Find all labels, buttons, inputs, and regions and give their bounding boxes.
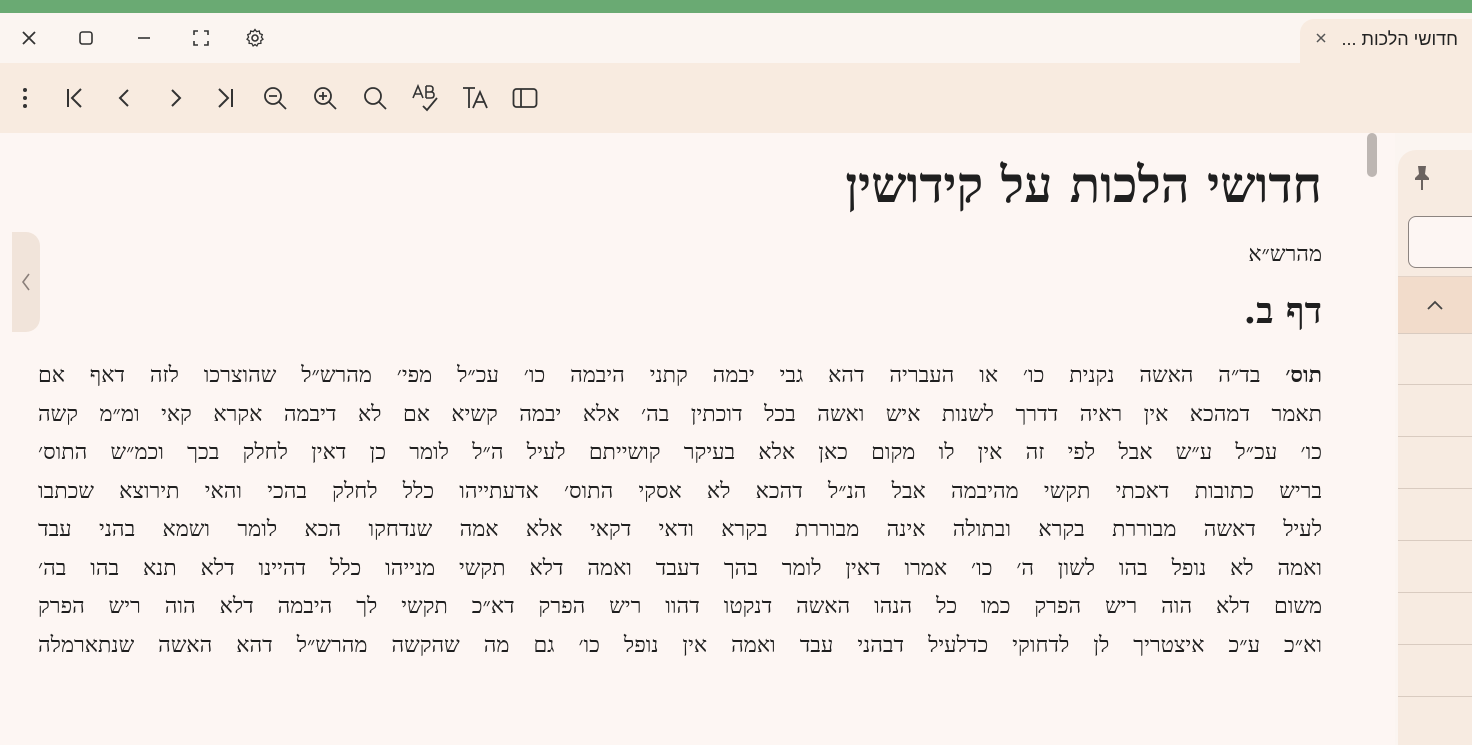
title-bar: חדושי הלכות ... [0, 13, 1472, 63]
panel-divider [1398, 696, 1472, 697]
close-icon[interactable] [16, 25, 42, 51]
zoom-in-icon[interactable] [309, 82, 341, 114]
text-line: וא״כ ע״כ איצטריך לן לדחוקי כדלעיל דבהני … [38, 632, 1322, 658]
scrollbar-thumb[interactable] [1367, 133, 1377, 177]
panel-divider [1398, 333, 1472, 334]
document-title: חדושי הלכות על קידושין [845, 155, 1322, 214]
panel-search-input[interactable] [1408, 216, 1472, 268]
reader-toolbar [0, 63, 1472, 133]
page-heading: דף ב. [1243, 290, 1322, 332]
chevron-up-icon [1427, 300, 1443, 310]
font-size-icon[interactable] [459, 82, 491, 114]
sidebar-icon[interactable] [509, 82, 541, 114]
text-line: בריש כתובות דאכתי תקשי מהיבמה אבל הנ״ל ד… [38, 478, 1322, 504]
search-icon[interactable] [359, 82, 391, 114]
next-page-icon[interactable] [159, 82, 191, 114]
document-body: תוס׳ בד״ה האשה נקנית כו׳ או העבריה דהא ג… [38, 356, 1322, 665]
panel-divider [1398, 436, 1472, 437]
document-tab[interactable]: חדושי הלכות ... [1300, 19, 1472, 63]
zoom-out-icon[interactable] [259, 82, 291, 114]
left-panel-toggle[interactable] [12, 232, 40, 332]
lead-word: תוס׳ [1285, 362, 1322, 388]
fullscreen-icon[interactable] [188, 25, 214, 51]
document-article: חדושי הלכות על קידושין מהרש״א דף ב. תוס׳… [38, 140, 1322, 665]
document-author: מהרש״א [1248, 242, 1322, 267]
panel-divider [1398, 644, 1472, 645]
first-page-icon[interactable] [59, 82, 91, 114]
panel-collapse-button[interactable] [1398, 276, 1472, 333]
pin-icon[interactable] [1410, 164, 1436, 194]
line-text: בד״ה האשה נקנית כו׳ או העבריה דהא גבי יב… [38, 363, 1286, 388]
spellcheck-icon[interactable] [409, 82, 441, 114]
restore-icon[interactable] [73, 25, 99, 51]
window-top-accent [0, 0, 1472, 13]
text-line: משום דלא הוה ריש הפרק כמו כל הנהו האשה ד… [38, 594, 1322, 619]
chevron-left-icon [22, 273, 30, 291]
tab-close-icon[interactable] [1314, 31, 1334, 51]
text-line: ואמה לא נופל בהו לשון ה׳ כו׳ אמרו דאין ל… [38, 555, 1322, 581]
text-line: תוס׳ בד״ה האשה נקנית כו׳ או העבריה דהא ג… [38, 356, 1322, 396]
last-page-icon[interactable] [209, 82, 241, 114]
panel-divider [1398, 384, 1472, 385]
text-line: לעיל דאשה מבוררת בקרא ובתולה אינה מבוררת… [38, 517, 1322, 542]
panel-divider [1398, 540, 1472, 541]
minimize-icon[interactable] [131, 25, 157, 51]
tab-title: חדושי הלכות ... [1341, 29, 1458, 49]
right-side-panel [1398, 150, 1472, 745]
more-vert-icon[interactable] [9, 82, 41, 114]
panel-divider [1398, 592, 1472, 593]
text-line: תאמר דמהכא אין ראיה דדרך לשנות איש ואשה … [38, 401, 1322, 427]
prev-page-icon[interactable] [109, 82, 141, 114]
text-line: כו׳ עכ״ל ע״ש אבל לפי זה אין לו מקום כאן … [38, 440, 1322, 465]
panel-divider [1398, 488, 1472, 489]
gear-icon[interactable] [242, 25, 268, 51]
